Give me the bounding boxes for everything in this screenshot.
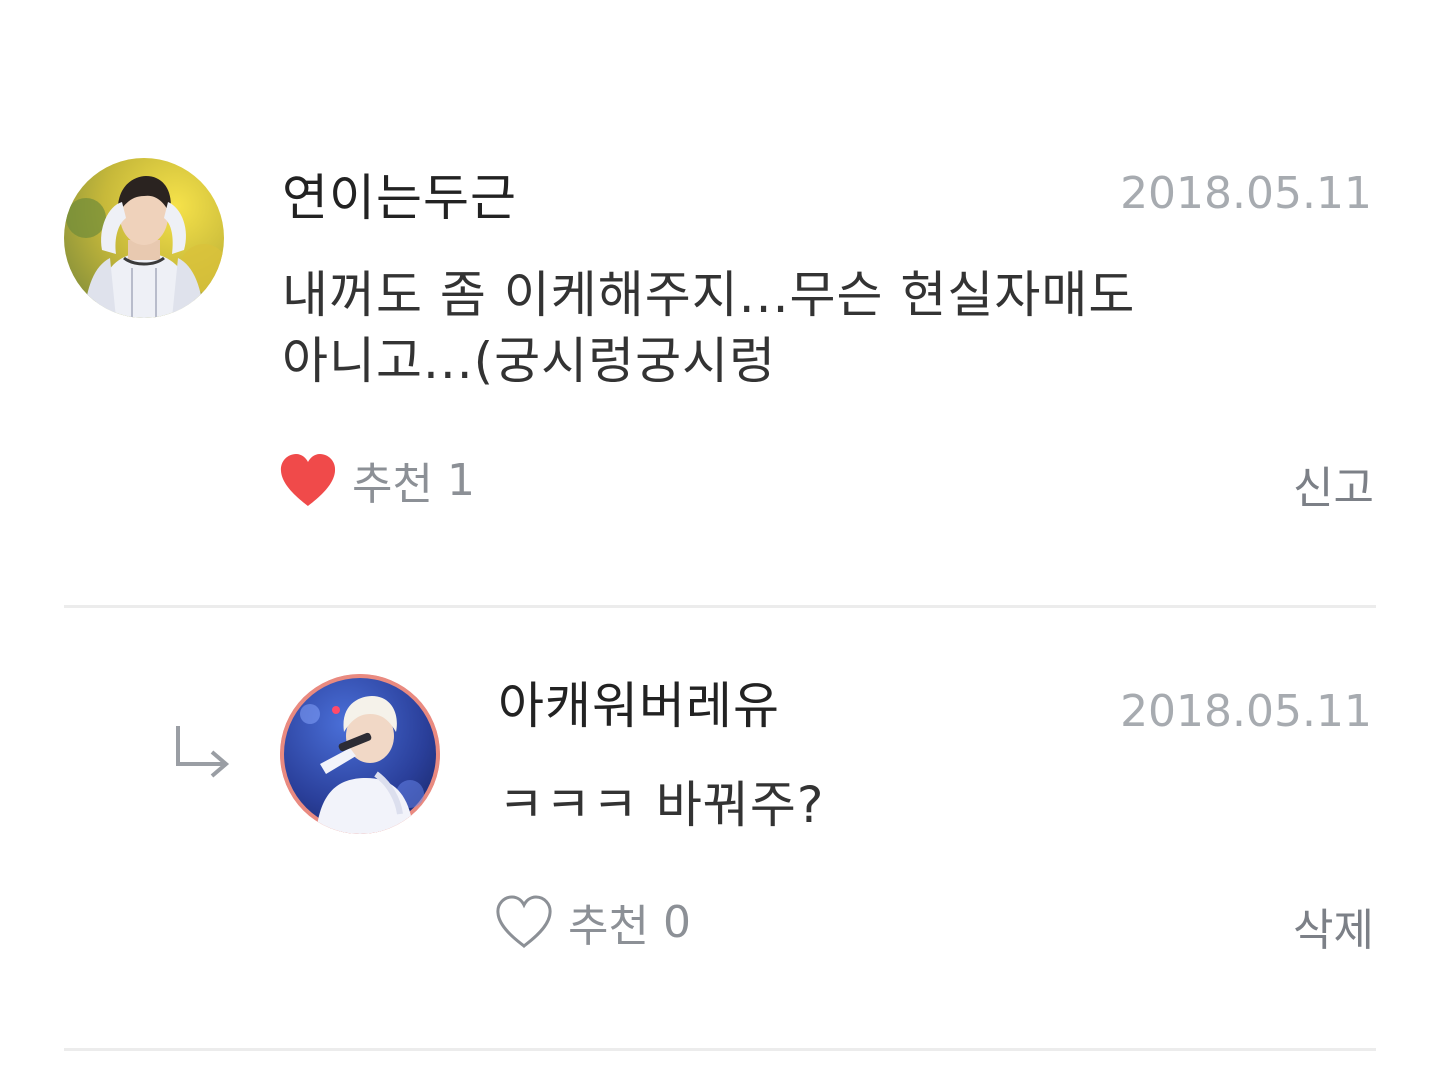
comment-body: 내꺼도 좀 이케해주지...무슨 현실자매도 아니고...(궁시렁궁시렁 — [282, 262, 1135, 394]
comment-body-line: 내꺼도 좀 이케해주지...무슨 현실자매도 — [282, 266, 1136, 324]
heart-outline-icon — [496, 895, 552, 949]
like-button[interactable]: 추천 1 — [278, 448, 475, 512]
heart-filled-icon — [280, 454, 336, 506]
like-label: 추천 — [352, 459, 433, 510]
comment-body: ㅋㅋㅋ 바꿔주? — [498, 772, 824, 838]
comment-date: 2018.05.11 — [1120, 168, 1372, 219]
delete-button[interactable]: 삭제 — [1293, 894, 1374, 958]
like-count: 0 — [662, 896, 691, 948]
profile-photo — [280, 674, 440, 834]
divider — [64, 605, 1376, 608]
comment-item: 연이는두근 2018.05.11 내꺼도 좀 이케해주지...무슨 현실자매도 … — [0, 0, 1440, 608]
like-label: 추천 — [568, 901, 649, 952]
comment-date: 2018.05.11 — [1120, 686, 1372, 737]
like-button[interactable]: 추천 0 — [494, 890, 691, 954]
like-count: 1 — [446, 454, 475, 506]
comment-body-line: 아니고...(궁시렁궁시렁 — [282, 332, 777, 390]
comment-list: 연이는두근 2018.05.11 내꺼도 좀 이케해주지...무슨 현실자매도 … — [0, 0, 1440, 1080]
comment-author[interactable]: 아캐워버레유 — [498, 676, 780, 736]
report-button[interactable]: 신고 — [1293, 452, 1374, 516]
comment-author[interactable]: 연이는두근 — [282, 168, 517, 228]
profile-photo — [64, 158, 224, 318]
avatar[interactable] — [64, 158, 224, 318]
avatar[interactable] — [280, 674, 440, 834]
comment-body-line: ㅋㅋㅋ 바꿔주? — [498, 776, 825, 834]
divider — [64, 1048, 1376, 1051]
reply-arrow-icon — [176, 726, 230, 778]
